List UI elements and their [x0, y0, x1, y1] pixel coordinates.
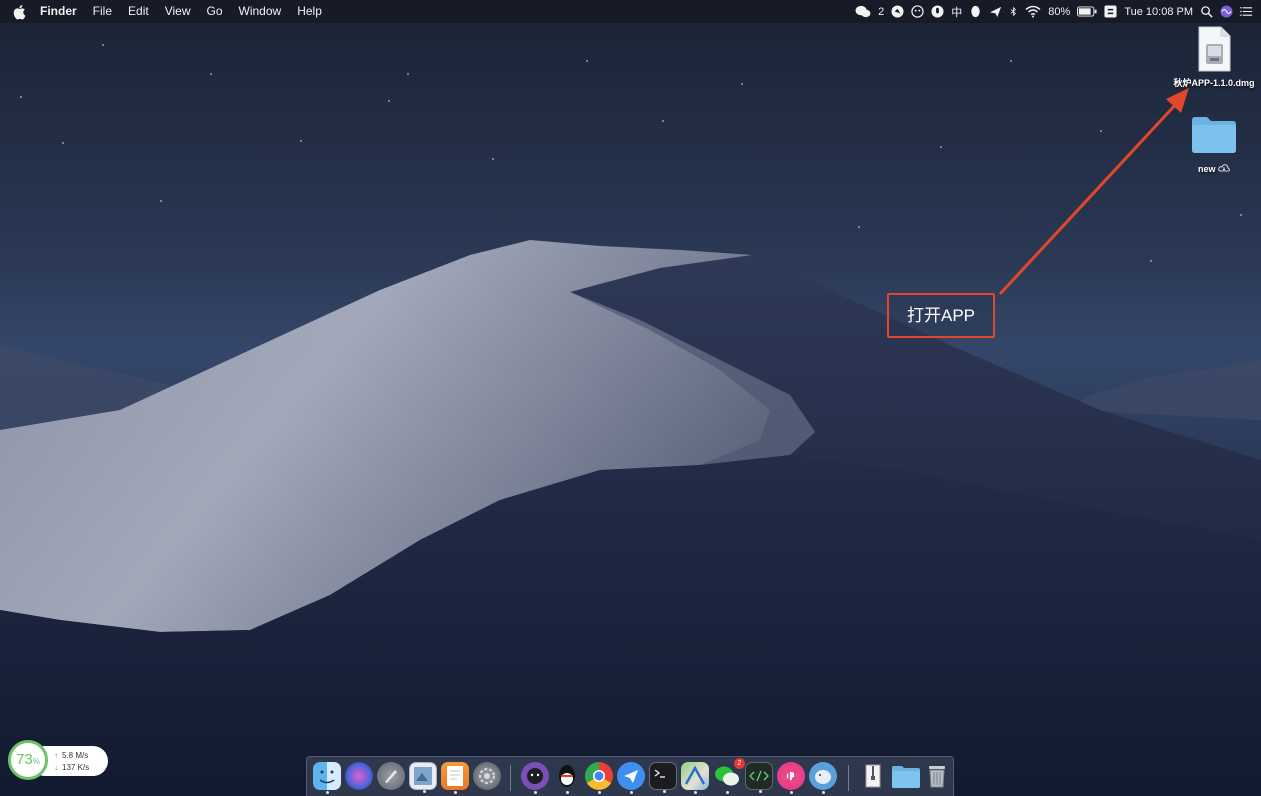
feishu-icon[interactable] — [617, 762, 645, 794]
launchpad-icon[interactable] — [377, 762, 405, 790]
desktop-item-label: new — [1180, 164, 1248, 174]
bluetooth-icon[interactable] — [1009, 5, 1018, 18]
archive-utility-icon[interactable] — [859, 762, 887, 790]
menu-bar: Finder File Edit View Go Window Help 2 中… — [0, 0, 1261, 23]
menubar-face-icon[interactable] — [911, 5, 924, 18]
wifi-icon[interactable] — [1025, 5, 1041, 18]
dock: 2 — [306, 756, 954, 796]
notification-center-icon[interactable] — [1240, 5, 1253, 18]
send-icon[interactable] — [989, 5, 1002, 18]
annotation-label: 打开APP — [887, 293, 995, 338]
cpu-usage-value: 73 — [16, 751, 33, 768]
upload-arrow-icon: ↑ — [54, 751, 58, 760]
github-desktop-icon[interactable] — [521, 762, 549, 794]
folder-icon — [1192, 117, 1236, 153]
wechat-status-icon[interactable] — [855, 5, 871, 18]
menu-window[interactable]: Window — [231, 0, 290, 23]
trash-icon[interactable] — [923, 762, 951, 790]
sync-app-icon[interactable] — [1104, 5, 1117, 18]
menu-file[interactable]: File — [85, 0, 120, 23]
qq-icon[interactable] — [553, 762, 581, 794]
input-method-indicator[interactable]: 中 — [951, 4, 962, 20]
finder-icon[interactable] — [313, 762, 341, 794]
dock-separator — [510, 765, 511, 791]
cpu-usage-gauge: 73% — [8, 740, 48, 780]
qq-status-icon[interactable] — [969, 5, 982, 18]
sequel-pro-icon[interactable] — [809, 762, 837, 794]
itunes-icon[interactable] — [777, 762, 805, 794]
battery-icon[interactable] — [1077, 5, 1097, 18]
menu-app-finder[interactable]: Finder — [32, 0, 85, 23]
app-status-icon[interactable] — [891, 5, 904, 18]
desktop-item-dmg[interactable]: 秋炉APP-1.1.0.dmg — [1168, 26, 1260, 89]
menu-edit[interactable]: Edit — [120, 0, 157, 23]
menu-view[interactable]: View — [157, 0, 199, 23]
download-speed: 137 K/s — [62, 763, 90, 772]
wechat-badge: 2 — [734, 758, 745, 769]
icloud-download-icon — [1218, 164, 1230, 172]
battery-percentage: 80% — [1048, 5, 1071, 18]
code-editor-icon[interactable] — [745, 762, 773, 793]
network-monitor-widget[interactable]: ↑ 5.8 M/s ↓ 137 K/s 73% — [8, 740, 108, 780]
cpu-usage-unit: % — [32, 757, 40, 766]
wechat-icon[interactable]: 2 — [713, 758, 745, 794]
apple-icon[interactable] — [12, 4, 26, 20]
menu-help[interactable]: Help — [289, 0, 330, 23]
download-arrow-icon: ↓ — [54, 763, 58, 772]
disk-image-icon — [1198, 26, 1231, 72]
dock-separator — [848, 765, 849, 791]
microphone-icon[interactable] — [931, 5, 944, 18]
wechat-count: 2 — [878, 5, 885, 18]
menu-go[interactable]: Go — [199, 0, 231, 23]
pages-icon[interactable] — [441, 762, 469, 794]
chrome-icon[interactable] — [585, 762, 613, 794]
system-preferences-icon[interactable] — [473, 762, 501, 790]
maps-icon[interactable] — [681, 762, 709, 794]
mojave-wallpaper — [0, 240, 1261, 796]
desktop-item-label: 秋炉APP-1.1.0.dmg — [1173, 78, 1255, 88]
downloads-folder-icon[interactable] — [891, 762, 920, 790]
terminal-icon[interactable] — [649, 762, 677, 793]
spotlight-search-icon[interactable] — [1200, 5, 1213, 18]
desktop: Finder File Edit View Go Window Help 2 中… — [0, 0, 1261, 796]
upload-speed: 5.8 M/s — [62, 751, 89, 760]
menubar-clock[interactable]: Tue 10:08 PM — [1124, 6, 1193, 18]
preview-icon[interactable] — [409, 762, 437, 793]
siri-icon[interactable] — [1220, 5, 1233, 18]
siri-icon[interactable] — [345, 762, 373, 790]
desktop-item-new-folder[interactable]: new — [1180, 114, 1248, 174]
